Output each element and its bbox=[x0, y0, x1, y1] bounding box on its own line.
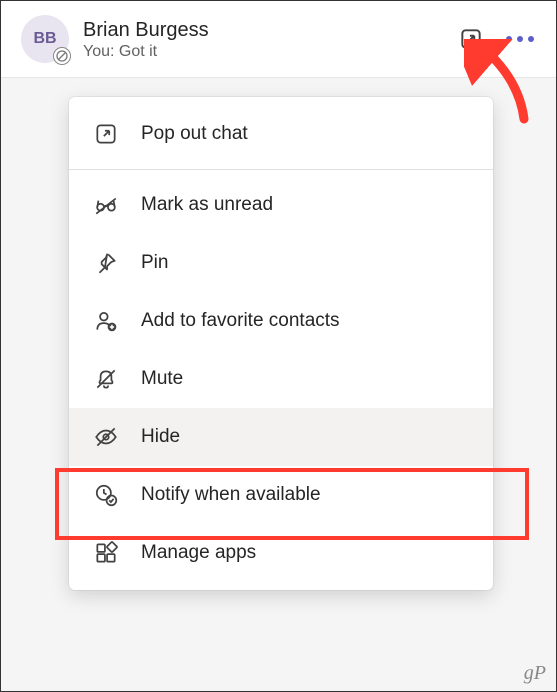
menu-hide[interactable]: Hide bbox=[69, 408, 493, 466]
chat-contact-name: Brian Burgess bbox=[83, 18, 442, 42]
bell-slash-icon bbox=[93, 366, 119, 392]
menu-notify-available[interactable]: Notify when available bbox=[69, 466, 493, 524]
clock-check-icon bbox=[93, 482, 119, 508]
menu-item-label: Notify when available bbox=[141, 484, 321, 506]
menu-pin[interactable]: Pin bbox=[69, 234, 493, 292]
menu-manage-apps[interactable]: Manage apps bbox=[69, 524, 493, 582]
pin-icon bbox=[93, 250, 119, 276]
avatar-initials: BB bbox=[33, 30, 56, 48]
menu-item-label: Pop out chat bbox=[141, 123, 248, 145]
pop-out-button[interactable] bbox=[456, 24, 486, 54]
watermark: gP bbox=[524, 662, 546, 685]
more-options-button[interactable] bbox=[504, 30, 536, 48]
menu-item-label: Hide bbox=[141, 426, 180, 448]
apps-icon bbox=[93, 540, 119, 566]
avatar: BB bbox=[21, 15, 69, 63]
chat-info: Brian Burgess You: Got it bbox=[83, 18, 442, 61]
context-menu: Pop out chat Mark as unread Pin bbox=[69, 97, 493, 590]
menu-mute[interactable]: Mute bbox=[69, 350, 493, 408]
menu-item-label: Add to favorite contacts bbox=[141, 310, 340, 332]
chat-list-item[interactable]: BB Brian Burgess You: Got it bbox=[1, 1, 556, 78]
pop-out-icon bbox=[458, 26, 484, 52]
menu-add-favorite[interactable]: Add to favorite contacts bbox=[69, 292, 493, 350]
menu-item-label: Mark as unread bbox=[141, 194, 273, 216]
chat-message-preview: You: Got it bbox=[83, 43, 442, 61]
menu-item-label: Mute bbox=[141, 368, 183, 390]
menu-divider bbox=[69, 169, 493, 170]
menu-item-label: Pin bbox=[141, 252, 168, 274]
eye-slash-icon bbox=[93, 424, 119, 450]
menu-item-label: Manage apps bbox=[141, 542, 256, 564]
person-add-icon bbox=[93, 308, 119, 334]
pop-out-icon bbox=[93, 121, 119, 147]
menu-pop-out-chat[interactable]: Pop out chat bbox=[69, 105, 493, 163]
glasses-slash-icon bbox=[93, 192, 119, 218]
ellipsis-icon bbox=[506, 36, 512, 42]
presence-offline-icon bbox=[53, 47, 71, 65]
menu-mark-unread[interactable]: Mark as unread bbox=[69, 176, 493, 234]
